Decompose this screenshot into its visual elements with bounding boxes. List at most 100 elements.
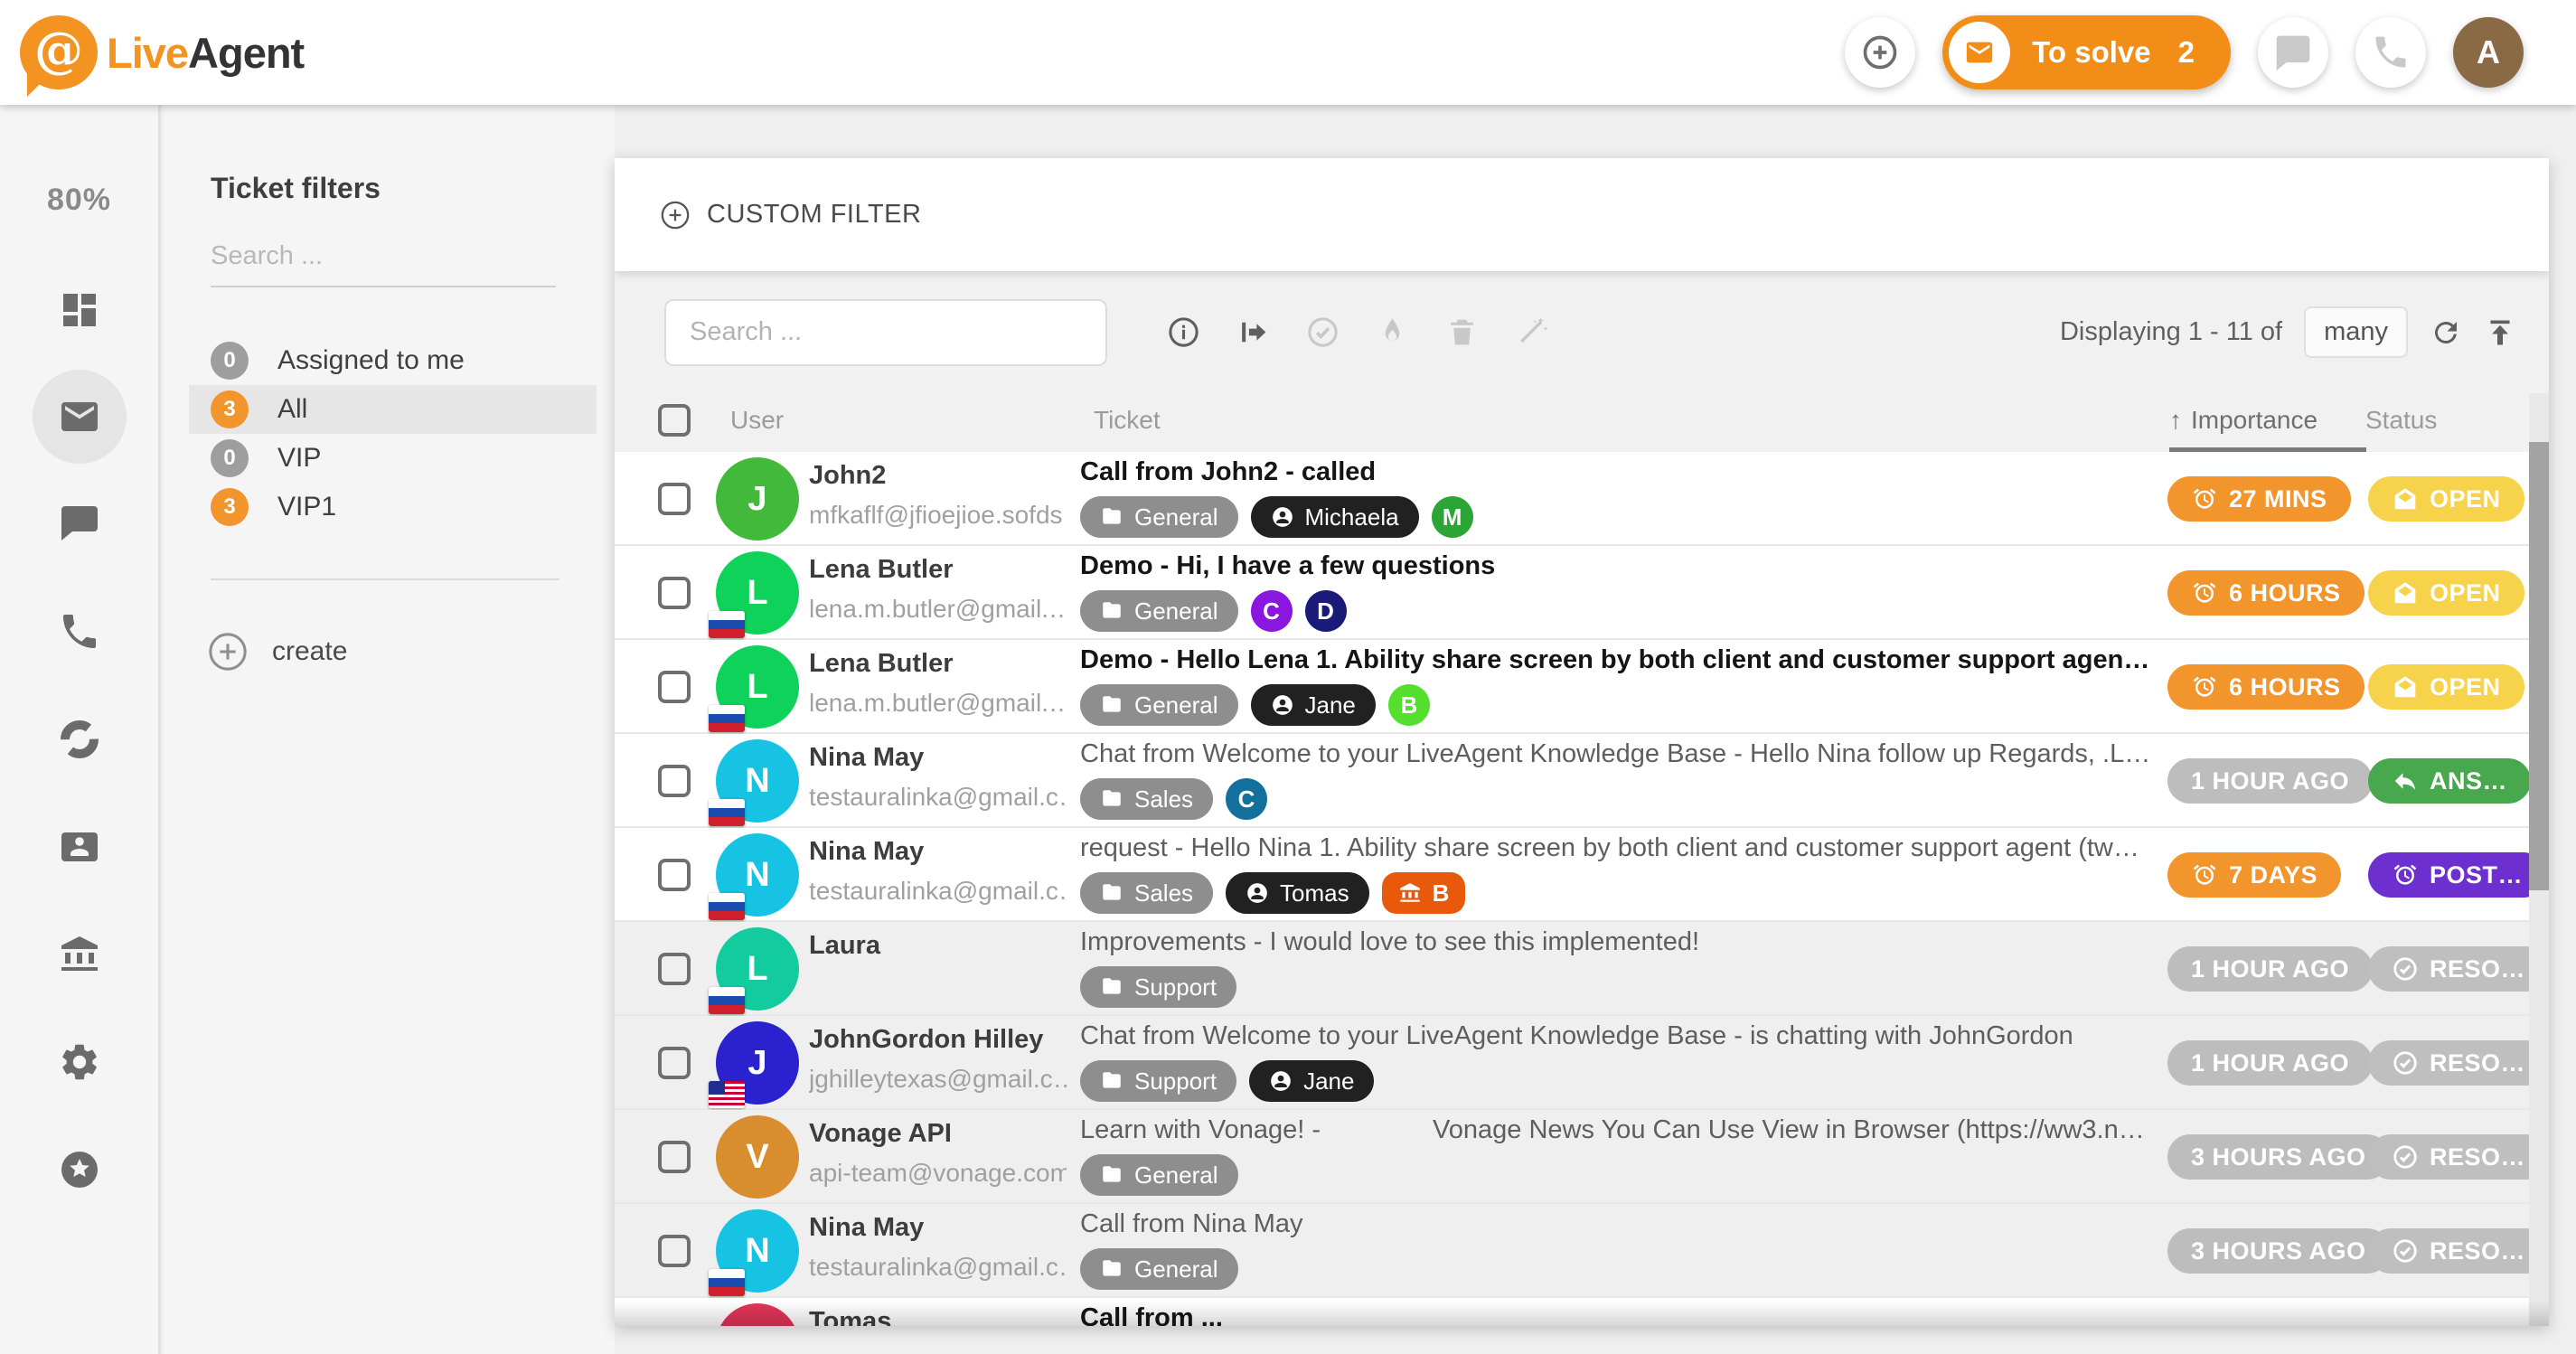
rail-item-tickets[interactable] (33, 370, 127, 464)
ticket-search-input[interactable] (664, 299, 1107, 366)
importance-badge: 7 DAYS (2167, 852, 2341, 898)
rail-item-dashboard[interactable] (25, 256, 133, 363)
rail-item-contacts[interactable] (25, 793, 133, 900)
alarm-icon (2191, 673, 2218, 701)
folder-icon (1100, 599, 1123, 623)
user-avatar[interactable]: A (2453, 17, 2524, 88)
column-status[interactable]: Status (2365, 406, 2437, 435)
folder-icon (1100, 1069, 1123, 1093)
user-avatar: T (716, 1303, 799, 1326)
calls-button[interactable] (2355, 17, 2426, 88)
importance-badge: 1 HOUR AGO (2167, 758, 2373, 804)
importance-cell: 1 HOUR AGO (2167, 1040, 2373, 1086)
ticket-title: Call from John2 - called (1080, 457, 1376, 486)
row-checkbox[interactable] (658, 765, 691, 797)
scrollbar-track[interactable] (2529, 393, 2549, 1326)
rail-item-addons[interactable] (25, 1115, 133, 1223)
bank-icon (58, 933, 101, 976)
phone-icon (2371, 33, 2411, 72)
alarm-icon (2392, 861, 2419, 889)
user-email: testauralinka@gmail.c… (809, 877, 1067, 906)
ticket-title: Demo - Hi, I have a few questions (1080, 551, 1495, 580)
to-solve-button[interactable]: To solve 2 (1942, 15, 2231, 89)
filter-count-badge: 3 (211, 390, 249, 428)
user-name: Nina May (809, 743, 924, 773)
row-checkbox[interactable] (658, 483, 691, 515)
create-filter-button[interactable]: create (207, 631, 615, 672)
mail-icon (58, 395, 101, 438)
row-checkbox[interactable] (658, 671, 691, 703)
ticket-row[interactable]: NNina Maytestauralinka@gmail.c…request -… (615, 828, 2549, 922)
user-avatar: N (716, 833, 799, 917)
folder-icon (1100, 505, 1123, 529)
row-checkbox[interactable] (658, 1047, 691, 1079)
folder-icon (1100, 975, 1123, 999)
toolbar-wand-icon[interactable] (1515, 315, 1548, 349)
select-all-checkbox[interactable] (658, 404, 691, 437)
ticket-row[interactable]: LLauraImprovements - I would love to see… (615, 922, 2549, 1016)
sk-flag-icon (709, 893, 745, 920)
ticket-row[interactable]: JJohn2mfkaflf@jfioejioe.sofdsCall from J… (615, 452, 2549, 546)
ticket-row[interactable]: LLena Butlerlena.m.butler@gmail.…Demo - … (615, 546, 2549, 640)
toolbar-flame-icon[interactable] (1376, 315, 1409, 349)
status-badge: OPEN (2368, 570, 2524, 616)
filters-search-input[interactable] (211, 241, 556, 287)
ticket-list-card: CUSTOM FILTER Displaying 1 - 11 of many … (615, 158, 2549, 1326)
user-avatar: V (716, 1115, 799, 1199)
ticket-row[interactable]: VVonage APIapi-team@vonage.comLearn with… (615, 1110, 2549, 1204)
importance-cell: 3 HOURS AGO (2167, 1134, 2390, 1180)
filter-item-vip[interactable]: 0VIP (189, 434, 597, 483)
filter-item-assigned-to-me[interactable]: 0Assigned to me (189, 336, 597, 385)
row-checkbox[interactable] (658, 1235, 691, 1267)
chats-button[interactable] (2258, 17, 2328, 88)
trash-icon (1445, 315, 1479, 349)
rail-item-calls[interactable] (25, 578, 133, 685)
custom-filter-label: CUSTOM FILTER (707, 200, 921, 230)
row-checkbox[interactable] (658, 859, 691, 891)
scrollbar-thumb[interactable] (2529, 442, 2549, 890)
toolbar-trash-icon[interactable] (1445, 315, 1479, 349)
column-importance-sort[interactable]: ↑ Importance (2169, 406, 2317, 435)
liveagent-logo[interactable]: @ LiveAgent (20, 15, 304, 89)
importance-badge: 1 HOUR AGO (2167, 1040, 2373, 1086)
info-icon (1167, 315, 1200, 349)
refresh-icon[interactable] (2430, 316, 2462, 349)
ticket-cell: Call from John2 - calledGeneralMichaelaM (1080, 457, 2151, 538)
ticket-row[interactable]: NNina Maytestauralinka@gmail.c…Chat from… (615, 734, 2549, 828)
folder-icon (1100, 787, 1123, 811)
ticket-cell: Call from ... (1080, 1303, 2151, 1326)
ticket-row[interactable]: LLena Butlerlena.m.butler@gmail.…Demo - … (615, 640, 2549, 734)
toolbar-forward-icon[interactable] (1236, 315, 1270, 349)
row-checkbox[interactable] (658, 577, 691, 609)
toolbar-check-circle-icon[interactable] (1306, 315, 1340, 349)
add-button[interactable] (1845, 17, 1915, 88)
toolbar-info-icon[interactable] (1167, 315, 1200, 349)
filter-item-vip1[interactable]: 3VIP1 (189, 483, 597, 531)
ticket-title: Learn with Vonage! - (1080, 1115, 1321, 1144)
alarm-icon (2191, 861, 2218, 889)
rail-item-reports[interactable] (25, 685, 133, 793)
status-cell: OPEN (2368, 664, 2524, 710)
alarm-icon (2191, 579, 2218, 606)
custom-filter-button[interactable]: CUSTOM FILTER (615, 158, 2549, 271)
status-cell: OPEN (2368, 570, 2524, 616)
export-icon[interactable] (2484, 316, 2516, 349)
ticket-cell: Chat from Welcome to your LiveAgent Know… (1080, 739, 2151, 820)
status-badge: ANS… (2368, 758, 2531, 804)
row-checkbox[interactable] (658, 953, 691, 985)
user-name: Lena Butler (809, 649, 954, 679)
person-circle-icon (1271, 505, 1294, 529)
paging-total-selector[interactable]: many (2304, 306, 2408, 358)
filter-item-all[interactable]: 3All (189, 385, 597, 434)
rail-item-chats[interactable] (25, 470, 133, 578)
status-cell: RESO… (2368, 1134, 2549, 1180)
ticket-row[interactable]: NNina Maytestauralinka@gmail.c…Call from… (615, 1204, 2549, 1298)
rail-item-settings[interactable] (25, 1008, 133, 1115)
ticket-row[interactable]: JJohnGordon Hilleyjghilleytexas@gmail.c…… (615, 1016, 2549, 1110)
ticket-row[interactable]: TTomasCall from ... (615, 1298, 2549, 1326)
importance-badge: 27 MINS (2167, 476, 2351, 522)
row-checkbox[interactable] (658, 1141, 691, 1173)
rail-item-companies[interactable] (25, 900, 133, 1008)
usage-percent: 80% (0, 183, 158, 218)
importance-cell: 6 HOURS (2167, 664, 2364, 710)
